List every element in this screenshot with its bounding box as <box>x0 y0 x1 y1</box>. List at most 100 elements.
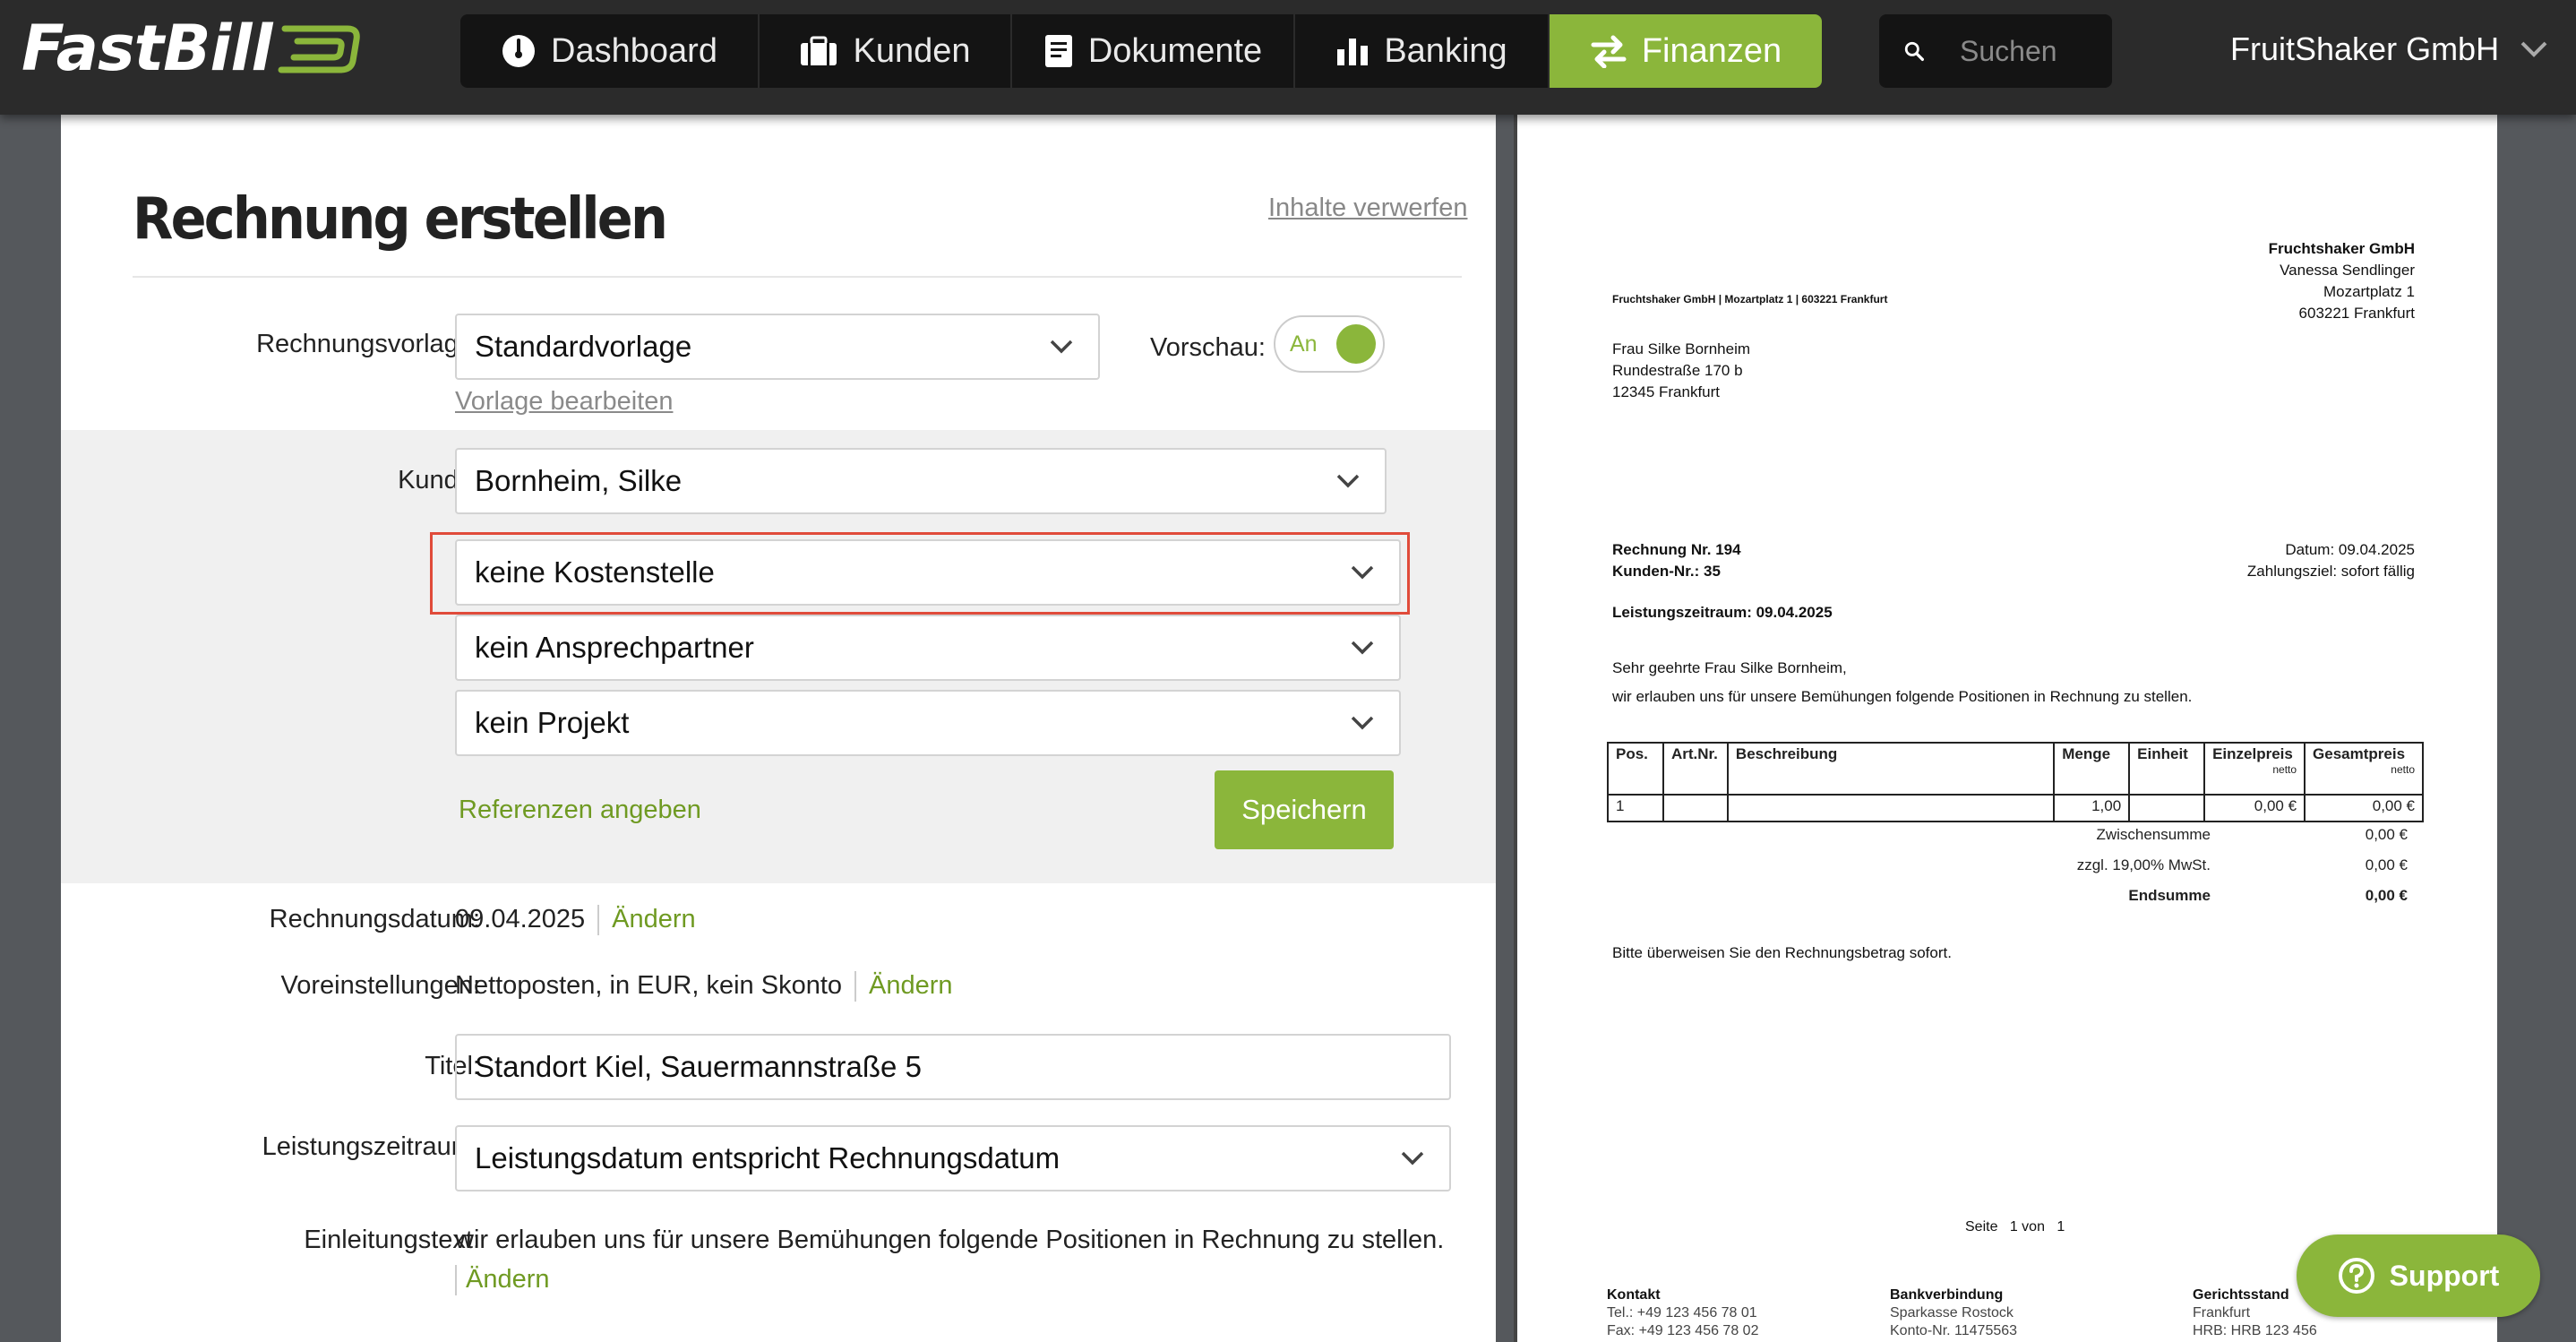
table-cell <box>1726 794 2056 822</box>
support-button[interactable]: Support <box>2297 1234 2540 1317</box>
title-input-value: Standort Kiel, Sauermannstraße 5 <box>475 1050 922 1083</box>
table-header-text: Einzelpreis <box>2212 745 2293 762</box>
chevron-down-icon <box>1351 565 1374 580</box>
period-select[interactable]: Leistungsdatum entspricht Rechnungsdatum <box>455 1125 1451 1191</box>
nav-kunden[interactable]: Kunden <box>760 14 1012 88</box>
footer-bank-name: Sparkasse Rostock <box>1890 1305 2014 1320</box>
total-value: 0,00 € <box>2365 887 2408 904</box>
date-value: 09.04.2025 <box>455 905 586 933</box>
period-value: Leistungsdatum entspricht Rechnungsdatum <box>475 1141 1060 1174</box>
top-bar: FastBill Dashboard Kunden Dokumente Bank… <box>0 0 2576 115</box>
company-name: FruitShaker GmbH <box>2230 30 2500 67</box>
template-value: Standardvorlage <box>475 330 692 363</box>
preview-label: Vorschau: <box>1150 333 1266 362</box>
contact-select[interactable]: kein Ansprechpartner <box>455 615 1401 681</box>
edit-template-link[interactable]: Vorlage bearbeiten <box>455 387 673 417</box>
help-circle-icon <box>2338 1258 2374 1294</box>
table-cell: 0,00 € <box>2203 794 2306 822</box>
period-label: Leistungszeitraum: <box>262 1132 480 1161</box>
customer-number: Kunden-Nr.: 35 <box>1612 563 1721 580</box>
project-select[interactable]: kein Projekt <box>455 690 1401 756</box>
preview-toggle[interactable]: An <box>1274 315 1385 373</box>
customer-value: Bornheim, Silke <box>475 464 683 497</box>
table-header: Menge <box>2053 742 2131 796</box>
cost-center-value: keine Kostenstelle <box>475 555 715 589</box>
search-input[interactable] <box>1960 34 2112 68</box>
nav-dashboard-label: Dashboard <box>551 31 717 70</box>
nav-dokumente-label: Dokumente <box>1087 31 1263 70</box>
sender-line: Fruchtshaker GmbH | Mozartplatz 1 | 6032… <box>1612 293 1888 305</box>
vat-value: 0,00 € <box>2365 856 2408 873</box>
nav-banking-label: Banking <box>1384 31 1507 70</box>
title-input[interactable]: Standort Kiel, Sauermannstraße 5 <box>455 1034 1451 1100</box>
nav-banking[interactable]: Banking <box>1295 14 1550 88</box>
payment-note: Bitte überweisen Sie den Rechnungsbetrag… <box>1612 944 1952 961</box>
intro-value: wir erlauben uns für unsere Bemühungen f… <box>455 1226 1445 1254</box>
change-intro-link[interactable]: Ändern <box>466 1265 550 1294</box>
table-cell: 1,00 <box>2053 794 2131 822</box>
sender-name: Fruchtshaker GmbH <box>2268 240 2415 257</box>
briefcase-icon <box>801 36 837 65</box>
invoice-number: Rechnung Nr. 194 <box>1612 541 1741 558</box>
discard-link[interactable]: Inhalte verwerfen <box>1268 194 1467 223</box>
service-period: Leistungszeitraum: 09.04.2025 <box>1612 604 1833 621</box>
nav-finanzen[interactable]: Finanzen <box>1550 14 1822 88</box>
netto-note: netto <box>2272 763 2297 776</box>
separator <box>854 971 857 1002</box>
table-header: Beschreibung <box>1726 742 2056 796</box>
sender-person: Vanessa Sendlinger <box>2280 262 2415 279</box>
page-indicator: Seite 1 von 1 <box>1965 1217 2065 1238</box>
page-of: von <box>2022 1219 2045 1234</box>
payment-due: Zahlungsziel: sofort fällig <box>2246 563 2415 580</box>
change-presets-link[interactable]: Ändern <box>869 971 953 1000</box>
chevron-down-icon <box>1401 1151 1424 1166</box>
footer-contact-tel: Tel.: +49 123 456 78 01 <box>1607 1305 1757 1320</box>
fastbill-logo[interactable]: FastBill <box>21 12 364 85</box>
table-header-row: Pos. Art.Nr. Beschreibung Menge Einheit … <box>1607 742 2424 796</box>
cost-center-select[interactable]: keine Kostenstelle <box>455 539 1401 606</box>
change-date-link[interactable]: Ändern <box>612 905 696 933</box>
vat-label: zzgl. 19,00% MwSt. <box>2076 856 2211 873</box>
presets-row: Nettoposten, in EUR, kein Skonto Ändern <box>455 971 953 1002</box>
references-link[interactable]: Referenzen angeben <box>459 796 701 825</box>
recipient-name: Frau Silke Bornheim <box>1612 340 1751 357</box>
subtotal-label: Zwischensumme <box>2096 826 2211 843</box>
contact-value: kein Ansprechpartner <box>475 631 754 664</box>
main-nav: Dashboard Kunden Dokumente Banking Finan… <box>460 14 1822 88</box>
total-label: Endsumme <box>2128 887 2211 904</box>
company-menu[interactable]: FruitShaker GmbH <box>2230 30 2547 68</box>
search-icon <box>1904 41 1924 61</box>
project-value: kein Projekt <box>475 706 630 739</box>
invoice-form-panel: Rechnung erstellen Inhalte verwerfen Rec… <box>61 115 1496 1342</box>
nav-dokumente[interactable]: Dokumente <box>1012 14 1295 88</box>
netto-note: netto <box>2391 763 2415 776</box>
nav-dashboard[interactable]: Dashboard <box>460 14 760 88</box>
table-header: Pos. <box>1607 742 1664 796</box>
table-cell: 1 <box>1607 794 1664 822</box>
footer-court-title: Gerichtsstand <box>2193 1287 2289 1303</box>
footer-bank-account: Konto-Nr. 11475563 <box>1890 1323 2018 1338</box>
salutation: Sehr geehrte Frau Silke Bornheim, <box>1612 659 1847 676</box>
chevron-down-icon <box>1336 474 1360 488</box>
title-divider <box>133 276 1462 278</box>
chevron-down-icon <box>1050 340 1073 354</box>
customer-select[interactable]: Bornheim, Silke <box>455 448 1387 514</box>
footer-contact-title: Kontakt <box>1607 1287 1661 1303</box>
save-button[interactable]: Speichern <box>1215 770 1394 849</box>
table-header-text: Gesamtpreis <box>2313 745 2406 762</box>
gauge-icon <box>502 35 536 67</box>
template-select[interactable]: Standardvorlage <box>455 314 1100 380</box>
chevron-down-icon <box>1351 716 1374 730</box>
footer-contact-fax: Fax: +49 123 456 78 02 <box>1607 1323 1759 1338</box>
page-title: Rechnung erstellen <box>133 186 668 253</box>
logo-mark-icon <box>278 25 360 73</box>
footer-court-hrb: HRB: HRB 123 456 <box>2193 1323 2317 1338</box>
chevron-down-icon <box>2520 41 2547 57</box>
search-box[interactable] <box>1879 14 2112 88</box>
positions-table: Pos. Art.Nr. Beschreibung Menge Einheit … <box>1607 742 2424 822</box>
support-label: Support <box>2389 1259 2500 1292</box>
table-cell <box>2128 794 2206 822</box>
chevron-down-icon <box>1351 641 1374 655</box>
date-row: 09.04.2025 Ändern <box>455 905 696 936</box>
presets-label: Voreinstellungen: <box>280 971 481 1000</box>
